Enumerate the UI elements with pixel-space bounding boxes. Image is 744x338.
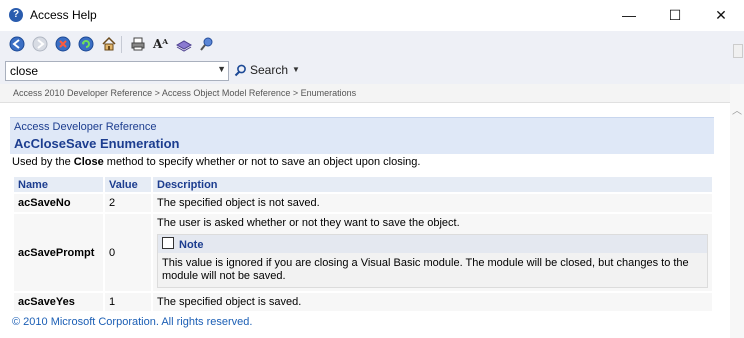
member-name: acSavePrompt bbox=[14, 214, 103, 291]
content-scrollbar[interactable]: ︿ bbox=[730, 84, 744, 338]
intro-suffix: method to specify whether or not to save… bbox=[103, 156, 421, 168]
copyright-link[interactable]: © 2010 Microsoft Corporation. All rights… bbox=[12, 316, 252, 328]
search-button[interactable]: Search ▼ bbox=[232, 62, 302, 80]
member-description-cell: The user is asked whether or not they wa… bbox=[153, 214, 712, 291]
note-box: Note This value is ignored if you are cl… bbox=[157, 234, 708, 288]
home-icon[interactable] bbox=[101, 36, 117, 52]
column-header-value: Value bbox=[105, 177, 151, 192]
table-row: acSavePrompt 0 The user is asked whether… bbox=[14, 214, 712, 291]
maximize-button[interactable]: ☐ bbox=[652, 0, 698, 31]
refresh-icon[interactable] bbox=[78, 36, 94, 52]
close-button[interactable]: ✕ bbox=[698, 0, 744, 31]
back-icon[interactable] bbox=[9, 36, 25, 52]
toolbar: Aᴬ bbox=[0, 31, 744, 59]
title-bar: ? Access Help — ☐ ✕ bbox=[0, 0, 744, 31]
table-header-row: Name Value Description bbox=[14, 177, 712, 192]
search-bar: close ▼ Search ▼ bbox=[0, 58, 744, 84]
breadcrumb[interactable]: Access 2010 Developer Reference > Access… bbox=[13, 88, 356, 98]
member-name: acSaveNo bbox=[14, 194, 103, 212]
product-name: Access Developer Reference bbox=[14, 121, 157, 133]
toolbar-scroll-handle[interactable] bbox=[733, 44, 743, 58]
breadcrumb-bar: Access 2010 Developer Reference > Access… bbox=[0, 84, 730, 103]
table-of-contents-icon[interactable] bbox=[175, 36, 193, 52]
search-options-chevron-icon[interactable]: ▼ bbox=[292, 65, 300, 74]
stop-icon[interactable] bbox=[55, 36, 71, 52]
chevron-down-icon[interactable]: ▼ bbox=[217, 64, 226, 74]
column-header-name: Name bbox=[14, 177, 103, 192]
member-description: The user is asked whether or not they wa… bbox=[157, 217, 460, 229]
intro-text: Used by the Close method to specify whet… bbox=[12, 156, 420, 168]
member-description: The specified object is not saved. bbox=[153, 194, 712, 212]
search-input-value: close bbox=[10, 64, 39, 78]
intro-prefix: Used by the bbox=[12, 156, 74, 168]
print-icon[interactable] bbox=[130, 36, 146, 52]
member-name: acSaveYes bbox=[14, 293, 103, 311]
column-header-description: Description bbox=[153, 177, 712, 192]
text-size-icon[interactable]: Aᴬ bbox=[153, 36, 169, 52]
search-icon bbox=[234, 64, 246, 77]
note-text: This value is ignored if you are closing… bbox=[162, 257, 689, 282]
member-value: 1 bbox=[105, 293, 151, 311]
search-input[interactable]: close ▼ bbox=[5, 61, 229, 81]
window-title: Access Help bbox=[30, 8, 97, 22]
forward-icon[interactable] bbox=[32, 36, 48, 52]
member-value: 0 bbox=[105, 214, 151, 291]
intro-method: Close bbox=[73, 156, 104, 168]
topic-header: Access Developer Reference AcCloseSave E… bbox=[10, 117, 714, 154]
note-header: Note bbox=[158, 235, 707, 253]
search-button-label: Search bbox=[250, 63, 289, 77]
table-row: acSaveYes 1 The specified object is save… bbox=[14, 293, 712, 311]
table-row: acSaveNo 2 The specified object is not s… bbox=[14, 194, 712, 212]
keep-on-top-icon[interactable] bbox=[199, 36, 215, 52]
member-value: 2 bbox=[105, 194, 151, 212]
minimize-button[interactable]: — bbox=[606, 0, 652, 31]
help-icon: ? bbox=[9, 8, 23, 22]
note-icon bbox=[162, 237, 174, 249]
toolbar-separator bbox=[121, 36, 122, 53]
page-title: AcCloseSave Enumeration bbox=[14, 136, 180, 151]
member-description: The specified object is saved. bbox=[153, 293, 712, 311]
scroll-up-icon[interactable]: ︿ bbox=[732, 102, 742, 117]
note-title: Note bbox=[179, 239, 204, 251]
enumeration-table: Name Value Description acSaveNo 2 The sp… bbox=[12, 175, 714, 313]
